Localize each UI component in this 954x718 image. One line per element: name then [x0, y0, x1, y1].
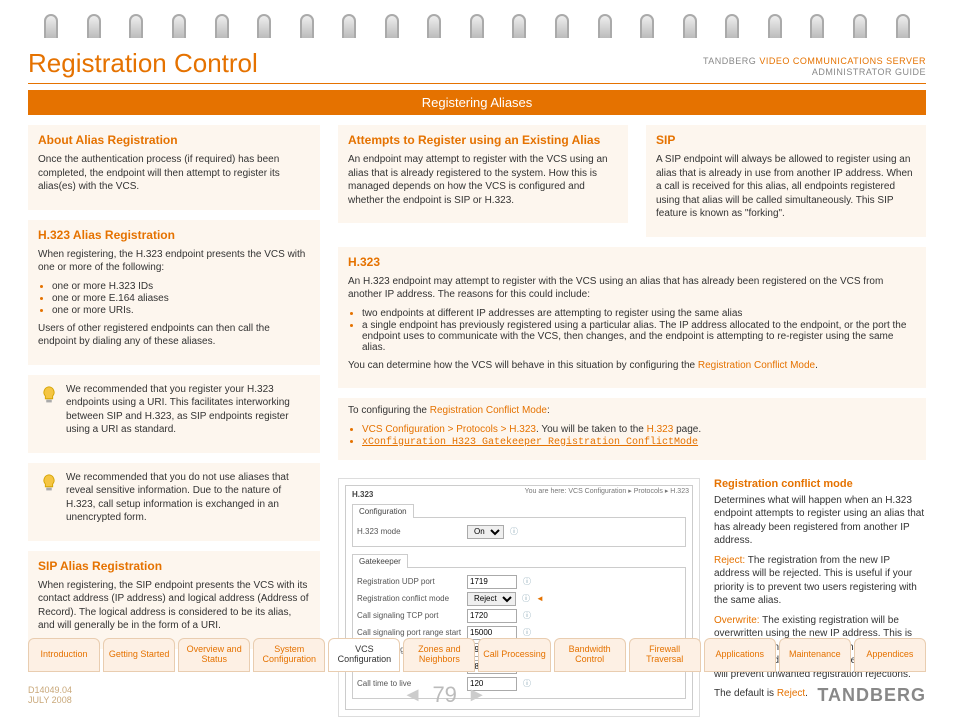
sip-alias-registration: SIP Alias Registration When registering,… — [28, 551, 320, 649]
tcp-port-input[interactable] — [467, 609, 517, 623]
sip-heading: SIP Alias Registration — [38, 559, 310, 573]
section-banner: Registering Aliases — [28, 90, 926, 115]
doc-info: D14049.04 JULY 2008 — [28, 685, 72, 705]
rcm-reject: Reject: The registration from the new IP… — [714, 554, 926, 608]
xconfig-link[interactable]: xConfiguration H323 Gatekeeper Registrat… — [362, 437, 698, 448]
tab-bandwidth-control[interactable]: Bandwidth Control — [554, 638, 626, 672]
lightbulb-icon — [38, 473, 60, 495]
about-text: Once the authentication process (if requ… — [38, 153, 310, 194]
guide-label: TANDBERG VIDEO COMMUNICATIONS SERVER ADM… — [703, 56, 926, 79]
lightbulb-icon — [38, 385, 60, 407]
tab-overview-status[interactable]: Overview and Status — [178, 638, 250, 672]
conflict-mode-label: Registration conflict mode — [357, 594, 467, 603]
reg-conflict-mode-link-2[interactable]: Registration Conflict Mode — [430, 405, 547, 416]
conflict-mode-select[interactable]: Reject — [467, 592, 516, 606]
udp-port-label: Registration UDP port — [357, 577, 467, 586]
info-icon[interactable]: ⓘ — [522, 593, 530, 604]
h323-intro: When registering, the H.323 endpoint pre… — [38, 248, 310, 275]
info-icon[interactable]: ⓘ — [510, 526, 518, 537]
tab-applications[interactable]: Applications — [704, 638, 776, 672]
brand-logo: TANDBERG — [817, 685, 926, 706]
tip-security-text: We recommended that you do not use alias… — [66, 471, 310, 525]
arrow-left-icon: ◄ — [536, 594, 544, 603]
tab-system-configuration[interactable]: System Configuration — [253, 638, 325, 672]
tab-vcs-configuration[interactable]: VCS Configuration — [328, 638, 400, 672]
udp-port-input[interactable] — [467, 575, 517, 589]
tab-introduction[interactable]: Introduction — [28, 638, 100, 672]
h323-wide-heading: H.323 — [348, 255, 916, 269]
breadcrumb: You are here: VCS Configuration ▸ Protoc… — [525, 487, 689, 495]
pager: ◄ 79 ► — [72, 682, 817, 708]
h323-bullets: one or more H.323 IDs one or more E.164 … — [52, 281, 310, 316]
sip-forking: SIP A SIP endpoint will always be allowe… — [646, 125, 926, 237]
tab-firewall-traversal[interactable]: Firewall Traversal — [629, 638, 701, 672]
info-icon[interactable]: ⓘ — [523, 576, 531, 587]
tab-appendices[interactable]: Appendices — [854, 638, 926, 672]
h323-heading: H.323 Alias Registration — [38, 228, 310, 242]
reg-conflict-mode-link[interactable]: Registration Conflict Mode — [698, 360, 815, 371]
h323-after: Users of other registered endpoints can … — [38, 322, 310, 349]
tab-call-processing[interactable]: Call Processing — [478, 638, 550, 672]
h323-wide-p1: An H.323 endpoint may attempt to registe… — [348, 275, 916, 302]
tab-zones-neighbors[interactable]: Zones and Neighbors — [403, 638, 475, 672]
sip-fork-text: A SIP endpoint will always be allowed to… — [656, 153, 916, 221]
page-title: Registration Control — [28, 48, 258, 79]
prev-page-arrow-icon[interactable]: ◄ — [403, 684, 423, 707]
next-page-arrow-icon[interactable]: ► — [467, 684, 487, 707]
h323-wide-p2: You can determine how the VCS will behav… — [348, 359, 916, 373]
rcm-p1: Determines what will happen when an H.32… — [714, 494, 926, 548]
about-alias-registration: About Alias Registration Once the authen… — [28, 125, 320, 210]
config-bullets: VCS Configuration > Protocols > H.323. Y… — [362, 424, 916, 448]
h323-mode-select[interactable]: On — [467, 525, 504, 539]
h323-wide: H.323 An H.323 endpoint may attempt to r… — [338, 247, 926, 389]
rcm-heading: Registration conflict mode — [714, 478, 926, 490]
sip-fork-heading: SIP — [656, 133, 916, 147]
tip-uri: We recommended that you register your H.… — [28, 375, 320, 453]
cfg-tab-gatekeeper[interactable]: Gatekeeper — [352, 554, 408, 568]
page-number: 79 — [432, 682, 456, 708]
h323-alias-registration: H.323 Alias Registration When registerin… — [28, 220, 320, 365]
config-screenshot: You are here: VCS Configuration ▸ Protoc… — [338, 478, 700, 717]
h323-mode-label: H.323 mode — [357, 527, 467, 536]
info-icon[interactable]: ⓘ — [523, 627, 531, 638]
config-instructions: To configuring the Registration Conflict… — [338, 398, 926, 460]
attempts-text: An endpoint may attempt to register with… — [348, 153, 618, 207]
tip-security: We recommended that you do not use alias… — [28, 463, 320, 541]
tcp-port-label: Call signaling TCP port — [357, 611, 467, 620]
registration-conflict-mode-desc: Registration conflict mode Determines wh… — [714, 478, 926, 717]
h323-page-link[interactable]: H.323 — [647, 424, 674, 435]
attempts-heading: Attempts to Register using an Existing A… — [348, 133, 618, 147]
bottom-tabs: Introduction Getting Started Overview an… — [28, 638, 926, 672]
h323-wide-bullets: two endpoints at different IP addresses … — [362, 308, 916, 353]
about-heading: About Alias Registration — [38, 133, 310, 147]
spiral-rings — [0, 0, 954, 38]
tab-getting-started[interactable]: Getting Started — [103, 638, 175, 672]
attempts-existing-alias: Attempts to Register using an Existing A… — [338, 125, 628, 223]
tip-uri-text: We recommended that you register your H.… — [66, 383, 310, 437]
tab-maintenance[interactable]: Maintenance — [779, 638, 851, 672]
cfg-tab-configuration[interactable]: Configuration — [352, 504, 414, 518]
range-start-label: Call signaling port range start — [357, 628, 467, 637]
nav-path-link[interactable]: VCS Configuration > Protocols > H.323 — [362, 424, 536, 435]
info-icon[interactable]: ⓘ — [523, 610, 531, 621]
sip-text: When registering, the SIP endpoint prese… — [38, 579, 310, 633]
config-intro: To configuring the Registration Conflict… — [348, 404, 916, 418]
